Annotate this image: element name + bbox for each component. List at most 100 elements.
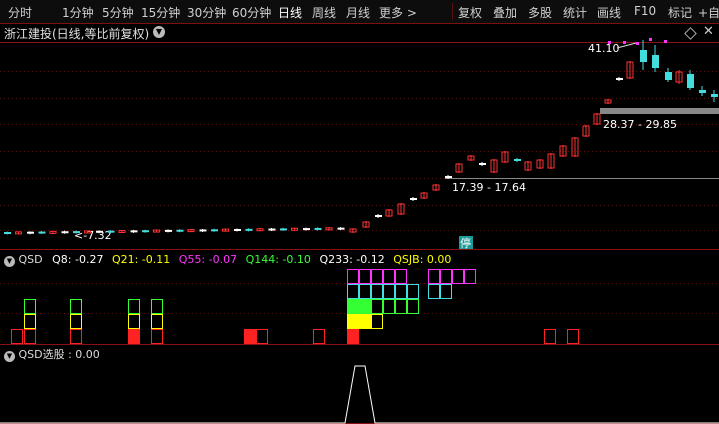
candle <box>176 229 184 233</box>
candle <box>325 227 333 231</box>
qsd-cell <box>359 314 371 329</box>
high-marker-dot <box>649 38 652 41</box>
candle <box>675 70 683 84</box>
candle <box>337 227 345 231</box>
high-marker-dot <box>664 40 667 43</box>
qsd-cell <box>371 269 383 284</box>
low-price-label: <-7.32 <box>74 229 112 242</box>
qsd-cell <box>256 329 268 344</box>
qsd-cell <box>24 299 36 314</box>
qsd-cell <box>567 329 579 344</box>
candle <box>665 68 672 82</box>
range-band-upper <box>600 108 719 114</box>
candle <box>280 227 287 231</box>
qsd-cell <box>440 284 452 299</box>
qsd-cell <box>151 314 163 329</box>
candle <box>153 229 160 233</box>
candle <box>490 159 498 173</box>
qsd-cell <box>347 284 359 299</box>
qsd-cell <box>359 284 371 299</box>
candle <box>640 40 647 70</box>
qsd-cell <box>395 299 407 314</box>
candle <box>467 155 475 161</box>
candle <box>349 228 357 233</box>
qsd-indicator-plot <box>11 269 579 344</box>
qsd-cell <box>128 314 140 329</box>
candle <box>118 230 126 233</box>
high-price-pointer <box>616 42 637 49</box>
range-lower-label: 17.39 - 17.64 <box>452 181 526 194</box>
candle <box>397 203 405 215</box>
qsd-q8: Q8: -0.27 <box>52 253 104 266</box>
candle <box>199 228 207 232</box>
qsd-cell <box>70 299 82 314</box>
qsd-cell <box>428 269 440 284</box>
qsd-cell <box>11 329 23 344</box>
qsd-cell <box>347 314 359 329</box>
kline-chart[interactable]: 28.37 - 29.85 17.39 - 17.64 41.10 <-7.32… <box>0 0 719 424</box>
qsd-cell <box>383 299 395 314</box>
qsd-qsjb: QSJB: 0.00 <box>393 253 452 266</box>
candle <box>593 113 601 125</box>
qsd-cell <box>24 314 36 329</box>
candle <box>616 77 623 81</box>
candle <box>420 192 428 199</box>
candle <box>362 221 370 228</box>
candle <box>501 151 509 163</box>
qsd-cell <box>70 314 82 329</box>
qsd-q233: Q233: -0.12 <box>319 253 385 266</box>
high-price-label: 41.10 <box>588 42 620 55</box>
qsd-cell <box>464 269 476 284</box>
range-upper-label: 28.37 - 29.85 <box>603 118 677 131</box>
candle <box>582 125 590 137</box>
candle <box>385 209 393 217</box>
qsd-cell <box>128 299 140 314</box>
qsd-cell <box>383 269 395 284</box>
qsd-name: QSD <box>18 253 43 266</box>
candle <box>479 162 486 166</box>
candle <box>234 228 241 232</box>
qsd-q55: Q55: -0.07 <box>178 253 238 266</box>
qsd-q21: Q21: -0.11 <box>111 253 171 266</box>
candle <box>256 228 264 232</box>
qsd-cell <box>70 329 82 344</box>
candle <box>222 228 229 232</box>
qsd-cell <box>440 269 452 284</box>
candle <box>699 86 706 96</box>
qsd-cell <box>359 299 371 314</box>
qsd-chevron-icon[interactable]: ▼ <box>4 256 15 267</box>
qsd-cell <box>347 269 359 284</box>
qsd-cell <box>371 299 383 314</box>
candle <box>536 159 544 169</box>
candle <box>245 228 253 232</box>
candle <box>142 229 149 233</box>
qsd-cell <box>313 329 325 344</box>
candle <box>604 99 612 104</box>
candle <box>432 184 440 191</box>
qsd-cell <box>452 269 464 284</box>
candle <box>211 228 218 232</box>
high-marker-dot <box>636 42 639 45</box>
candle <box>547 153 555 169</box>
candle <box>571 137 579 157</box>
candle <box>4 231 11 235</box>
qsd-select-chevron-icon[interactable]: ▼ <box>4 351 15 362</box>
qsd-cell <box>371 284 383 299</box>
qsd-cell <box>544 329 556 344</box>
qsd-cell <box>359 269 371 284</box>
qsd-cell <box>347 329 359 344</box>
candle <box>687 70 694 90</box>
candle <box>291 227 298 231</box>
candle <box>375 214 382 218</box>
qsd-select-legend: ▼ QSD选股 : 0.00 <box>4 346 100 362</box>
qsd-cell <box>395 284 407 299</box>
qsd-cell <box>407 299 419 314</box>
qsd-legend: ▼ QSD Q8: -0.27 Q21: -0.11 Q55: -0.07 Q1… <box>4 253 451 267</box>
candle <box>268 228 276 232</box>
qsd-cell <box>395 269 407 284</box>
high-marker-dot <box>623 41 626 44</box>
candle <box>626 61 634 79</box>
high-marker-dot <box>608 41 611 44</box>
qsd-cell <box>151 299 163 314</box>
qsd-cell <box>428 284 440 299</box>
